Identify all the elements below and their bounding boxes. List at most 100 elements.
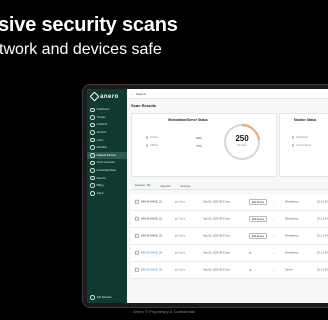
nav-icon bbox=[90, 160, 95, 166]
settings-icon[interactable]: ⚙ bbox=[249, 268, 252, 272]
hero-subheadline: twork and devices safe bbox=[0, 41, 162, 58]
main-content: ← Search Scan Results Workstation/Server… bbox=[127, 89, 328, 303]
row-checkbox[interactable] bbox=[135, 199, 140, 205]
page-title: Scan Results bbox=[131, 103, 157, 108]
device-name: WIN-KH1A0IE_32 bbox=[141, 217, 162, 221]
sidebar-item-reports[interactable]: Reports bbox=[87, 174, 127, 182]
status-badge: Online bbox=[175, 269, 185, 272]
nav-icon bbox=[90, 137, 95, 143]
row-checkbox[interactable] bbox=[135, 250, 140, 256]
ip-address: 10.1.0.55 bbox=[317, 251, 328, 255]
sidebar-item-dashboard[interactable]: Dashboard bbox=[87, 106, 127, 114]
chevron-right-icon[interactable]: › bbox=[273, 234, 274, 238]
legend-label: Unmonitored bbox=[296, 144, 312, 147]
status-label: Online bbox=[177, 217, 186, 221]
nav-icon bbox=[90, 183, 95, 189]
logo-text: anero bbox=[100, 93, 119, 100]
hero-headline: sive security scans bbox=[0, 14, 178, 36]
nav-icon bbox=[90, 191, 95, 196]
logo-icon bbox=[89, 91, 100, 102]
chevron-right-icon[interactable]: › bbox=[273, 268, 274, 272]
status-badge: Online bbox=[175, 201, 185, 204]
edit-device-button[interactable]: Edit Device bbox=[249, 216, 268, 222]
sidebar-item-label: Knowledge Base bbox=[96, 169, 117, 173]
status-dot bbox=[175, 269, 177, 271]
sidebar-item-network-devices[interactable]: Network Devices bbox=[87, 151, 127, 160]
nav-icon bbox=[90, 107, 95, 113]
status-badge: Online bbox=[175, 218, 185, 221]
legend-value-online: 23% bbox=[196, 136, 202, 140]
tab-count-badge: 25 bbox=[145, 183, 151, 187]
sidebar-item-label: Dashboard bbox=[96, 108, 110, 112]
chevron-right-icon[interactable]: › bbox=[273, 251, 274, 255]
sidebar-item-vendors[interactable]: Vendors bbox=[87, 129, 127, 137]
chevron-right-icon[interactable]: › bbox=[273, 200, 274, 204]
laptop-frame: anero Dashboard Threats Incidents Vendors Us… bbox=[82, 84, 328, 308]
sidebar-item-label: Network Devices bbox=[96, 153, 117, 157]
row-checkbox[interactable] bbox=[135, 216, 140, 222]
device-type: Workstation bbox=[285, 234, 299, 238]
row-checkbox[interactable] bbox=[135, 267, 140, 273]
nav-icon bbox=[90, 115, 95, 120]
card-title: Monitor Status bbox=[294, 118, 317, 122]
nav-icon bbox=[90, 122, 95, 128]
status-badge: Online bbox=[175, 235, 185, 238]
device-name: WIN-KH1A0IE_31 bbox=[141, 200, 162, 204]
device-name: WIN-KH1A0IE_33 bbox=[141, 234, 162, 238]
sidebar-item-label: Threats bbox=[96, 115, 106, 119]
edit-device-button[interactable]: Edit Device bbox=[249, 233, 268, 239]
tab-divider bbox=[131, 189, 328, 190]
ip-address: 10.1.0.54 bbox=[317, 234, 328, 238]
sidebar-item-users[interactable]: Users bbox=[87, 136, 127, 144]
back-label[interactable]: Search bbox=[136, 92, 146, 96]
sidebar-item-identities[interactable]: Identities bbox=[87, 144, 127, 152]
device-name[interactable]: WIN-KH1A0IE_34 bbox=[141, 252, 162, 255]
ip-address: 10.1.0.56 bbox=[317, 268, 328, 272]
status-label: Online bbox=[177, 200, 186, 204]
table-row[interactable]: WIN-KH1A0IE_35 Online Sep 02, 2024 08:23 a… bbox=[131, 262, 328, 279]
legend-dot bbox=[292, 136, 295, 139]
settings-icon[interactable]: ⚙ bbox=[249, 251, 252, 255]
row-checkbox[interactable] bbox=[135, 233, 140, 239]
card-title: Workstation/Server Status bbox=[168, 118, 208, 122]
table-row[interactable]: WIN-KH1A0IE_31 Online Sep 02, 2024 08:23 a… bbox=[131, 194, 328, 211]
legend-dot bbox=[146, 144, 149, 147]
legend-dot bbox=[292, 144, 295, 147]
legend-label: Monitored bbox=[296, 136, 308, 139]
monitor-status-card: Monitor Status Monitored Unmonitored bbox=[279, 113, 328, 177]
sidebar-item-cloud-accounts[interactable]: Cloud Accounts bbox=[87, 159, 127, 167]
chevron-right-icon[interactable]: › bbox=[273, 217, 274, 221]
sidebar-item-label: Vendors bbox=[96, 131, 107, 135]
donut-value: 250 bbox=[235, 134, 249, 143]
edit-device-button[interactable]: Edit Device bbox=[249, 199, 268, 205]
table-row[interactable]: WIN-KH1A0IE_34 Online Sep 02, 2024 08:23 a… bbox=[131, 245, 328, 262]
device-type: Server bbox=[285, 268, 293, 272]
last-seen-date: Sep 02, 2024 08:23 am bbox=[203, 268, 230, 272]
sidebar-item-add-network[interactable]: Add Network bbox=[87, 293, 127, 301]
sidebar-item-threats[interactable]: Threats bbox=[87, 114, 127, 122]
sidebar-item-billing[interactable]: Billing bbox=[87, 182, 127, 190]
sidebar-item-incidents[interactable]: Incidents bbox=[87, 121, 127, 129]
sidebar-item-knowledge-base[interactable]: Knowledge Base bbox=[87, 167, 127, 175]
legend-unmonitored: Unmonitored bbox=[292, 144, 311, 147]
app-logo[interactable]: anero bbox=[87, 89, 127, 106]
status-dot bbox=[175, 252, 177, 254]
table-row[interactable]: WIN-KH1A0IE_33 Online Sep 02, 2024 08:23 a… bbox=[131, 228, 328, 245]
sidebar-item-label: Cloud Accounts bbox=[96, 161, 115, 165]
last-seen-date: Sep 02, 2024 08:23 am bbox=[203, 251, 230, 255]
app-screen: anero Dashboard Threats Incidents Vendors Us… bbox=[87, 89, 328, 303]
plus-icon bbox=[90, 294, 95, 300]
table-row[interactable]: WIN-KH1A0IE_32 Online Sep 02, 2024 08:23 a… bbox=[131, 211, 328, 228]
sidebar-item-label: Users bbox=[96, 138, 104, 142]
workstation-status-card: Workstation/Server Status Online 23% Off… bbox=[131, 113, 277, 177]
sidebar-item-label: Reports bbox=[96, 176, 106, 180]
donut-label: Devices bbox=[237, 144, 247, 147]
status-badge: Online bbox=[175, 252, 185, 255]
device-name[interactable]: WIN-KH1A0IE_35 bbox=[141, 269, 162, 272]
device-type: Workstation bbox=[285, 251, 299, 255]
back-arrow-icon[interactable]: ← bbox=[131, 92, 134, 96]
sidebar-item-label: Identities bbox=[96, 146, 107, 150]
legend-label: Online bbox=[150, 136, 158, 139]
sidebar-item-admin[interactable]: Admin bbox=[87, 190, 127, 198]
device-type: Workstation bbox=[285, 217, 299, 221]
